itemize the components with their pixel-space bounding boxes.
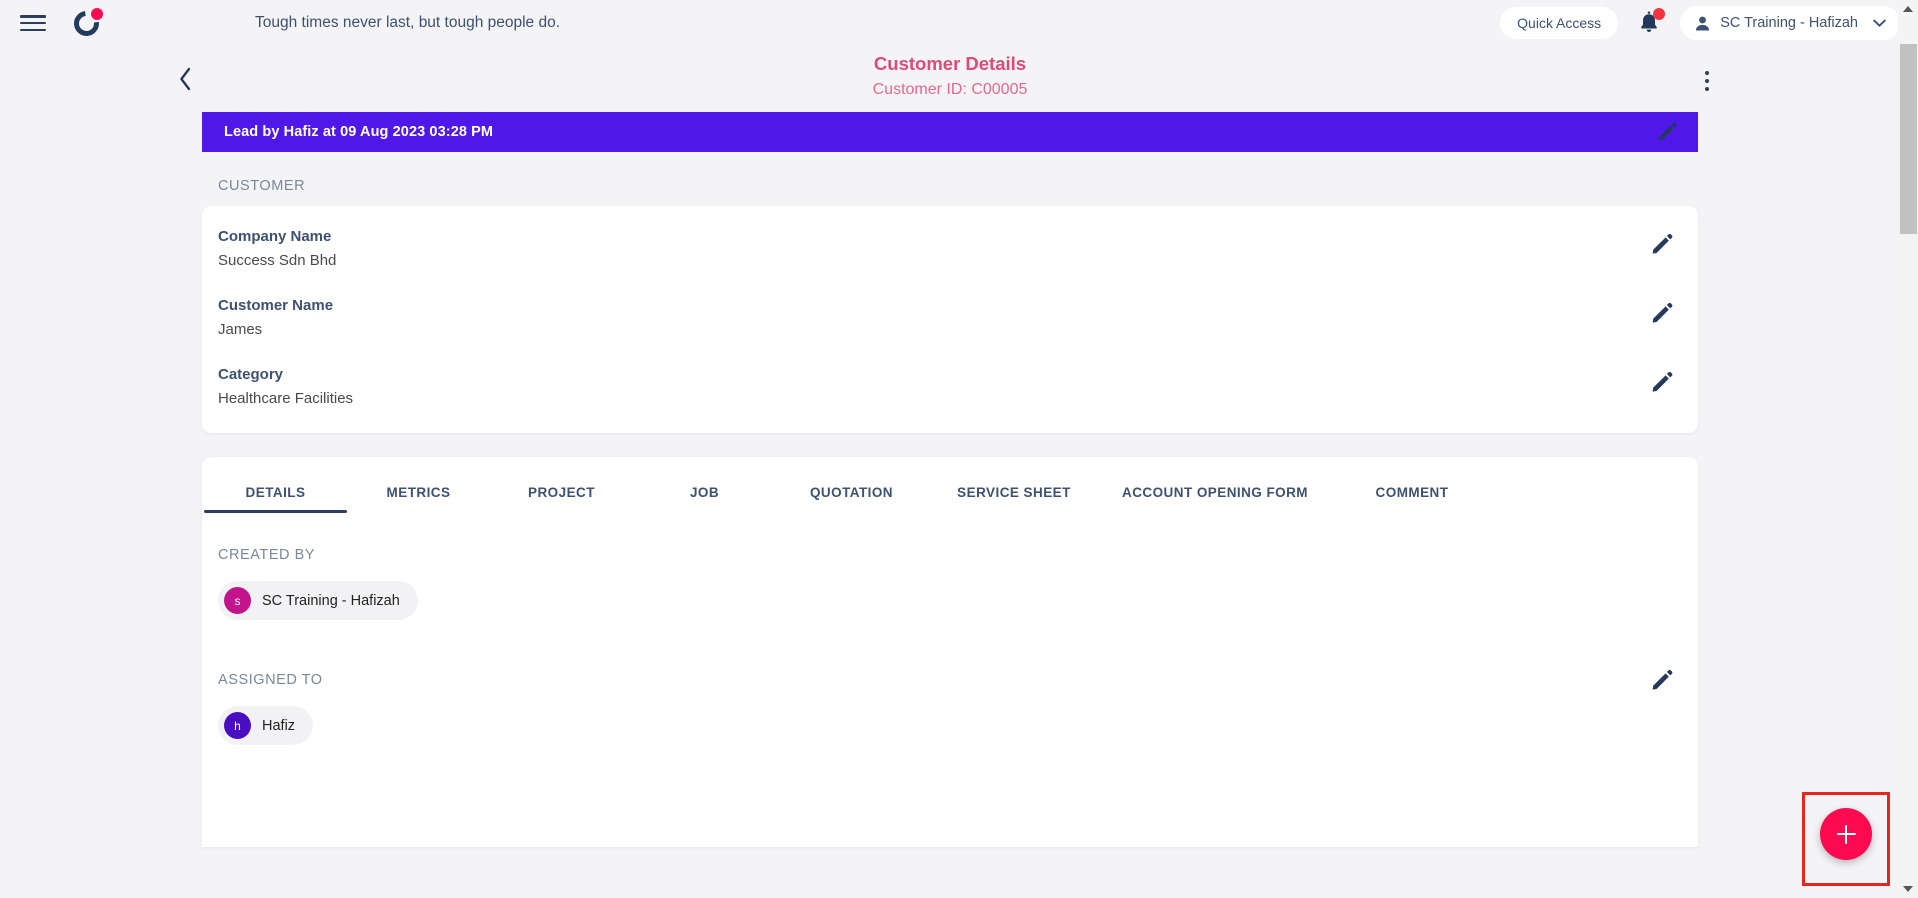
tab-quotation[interactable]: QUOTATION [776, 485, 927, 513]
notification-badge [1653, 8, 1666, 20]
chip-label: Hafiz [262, 717, 296, 734]
tab-account-opening-form[interactable]: ACCOUNT OPENING FORM [1101, 485, 1329, 513]
lead-banner-edit-button[interactable] [1656, 121, 1678, 148]
field-company-name: Company Name Success Sdn Bhd [202, 228, 1698, 269]
pencil-icon [1652, 371, 1673, 392]
field-value: Success Sdn Bhd [218, 252, 337, 269]
pencil-icon [1652, 233, 1673, 254]
quick-access-button[interactable]: Quick Access [1500, 7, 1619, 39]
chevron-down-icon [1873, 19, 1886, 27]
field-value: Healthcare Facilities [218, 390, 354, 407]
lead-banner-text: Lead by Hafiz at 09 Aug 2023 03:28 PM [224, 124, 494, 140]
avatar: H [224, 712, 251, 739]
tab-label: SERVICE SHEET [957, 485, 1071, 500]
avatar: S [224, 587, 251, 614]
assigned-to-user-chip[interactable]: H Hafiz [218, 706, 314, 745]
tab-label: JOB [689, 485, 720, 500]
app-root: Tough times never last, but tough people… [0, 0, 1918, 898]
tab-project[interactable]: PROJECT [490, 485, 633, 513]
plus-icon [1844, 824, 1848, 844]
triangle-down-icon [1903, 886, 1913, 892]
field-category: Category Healthcare Facilities [202, 366, 1698, 407]
hamburger-line [20, 28, 46, 31]
pencil-icon [1652, 669, 1673, 690]
logo-dot [91, 8, 103, 20]
triangle-up-icon [1903, 6, 1913, 12]
assigned-to-block: ASSIGNED TO H Hafiz [202, 669, 1698, 745]
scroll-up-button[interactable] [1898, 0, 1918, 18]
details-tab-pane: CREATED BY S SC Training - Hafizah ASSIG… [202, 513, 1698, 745]
tab-underline [1329, 510, 1495, 514]
header-quote: Tough times never last, but tough people… [255, 14, 561, 31]
more-options-button[interactable] [1692, 64, 1722, 98]
lead-status-banner: Lead by Hafiz at 09 Aug 2023 03:28 PM [202, 112, 1698, 152]
tab-comment[interactable]: COMMENT [1329, 485, 1495, 513]
assigned-to-label: ASSIGNED TO [218, 672, 323, 688]
more-vertical-icon-dot [1705, 87, 1709, 91]
more-vertical-icon-dot [1705, 71, 1709, 75]
customer-section-label: CUSTOMER [218, 178, 306, 194]
page-title: Customer Details [873, 53, 1027, 74]
tab-service-sheet[interactable]: SERVICE SHEET [927, 485, 1101, 513]
details-tabs-card: DETAILS METRICS PROJECT JOB QUOTATION SE… [202, 457, 1698, 847]
tab-underline [633, 510, 776, 514]
created-by-label: CREATED BY [218, 547, 316, 563]
tab-underline [347, 510, 490, 514]
chevron-left-icon [179, 67, 190, 91]
tab-label: METRICS [386, 485, 451, 500]
pane-spacer [202, 620, 1698, 672]
edit-company-name-button[interactable] [1650, 232, 1674, 261]
tab-metrics[interactable]: METRICS [347, 485, 490, 513]
user-name-label: SC Training - Hafizah [1720, 15, 1858, 31]
scrollbar-track-top[interactable] [1900, 18, 1917, 44]
tab-underline [1101, 510, 1329, 514]
topbar-actions: Quick Access SC Training - Hafizah [1500, 0, 1900, 46]
edit-assigned-to-button[interactable] [1650, 668, 1674, 697]
chip-label: SC Training - Hafizah [262, 592, 400, 609]
tab-job[interactable]: JOB [633, 485, 776, 513]
tab-label: QUOTATION [809, 485, 894, 500]
created-by-block: CREATED BY S SC Training - Hafizah [202, 547, 1698, 620]
page-title-block: Customer Details Customer ID: C00005 [202, 52, 1698, 101]
pencil-icon [1658, 122, 1677, 141]
edit-customer-name-button[interactable] [1650, 301, 1674, 330]
active-tab-underline [204, 509, 347, 513]
field-label: Customer Name [218, 297, 334, 314]
tab-label: PROJECT [528, 485, 595, 500]
scrollbar-thumb[interactable] [1900, 44, 1917, 234]
created-by-user-chip[interactable]: S SC Training - Hafizah [218, 581, 418, 620]
notifications-button[interactable] [1636, 8, 1666, 37]
tab-label: DETAILS [245, 485, 306, 500]
vertical-scrollbar[interactable] [1898, 0, 1918, 898]
more-vertical-icon-dot [1705, 79, 1709, 83]
customer-id-subtitle: Customer ID: C00005 [872, 80, 1028, 98]
hamburger-line [20, 15, 46, 18]
add-new-button[interactable] [1820, 808, 1872, 860]
content-column: Lead by Hafiz at 09 Aug 2023 03:28 PM CU… [202, 112, 1698, 847]
field-label: Company Name [218, 228, 332, 245]
scroll-down-button[interactable] [1898, 880, 1918, 898]
hamburger-line [20, 21, 46, 25]
user-account-menu[interactable]: SC Training - Hafizah [1680, 6, 1900, 40]
page-header: Customer Details Customer ID: C00005 [179, 46, 1709, 112]
tab-label: ACCOUNT OPENING FORM [1122, 485, 1308, 500]
tab-details[interactable]: DETAILS [204, 485, 347, 513]
customer-info-card: Company Name Success Sdn Bhd Customer Na… [202, 206, 1698, 433]
tab-underline [776, 510, 927, 514]
page-scroll-area[interactable]: Lead by Hafiz at 09 Aug 2023 03:28 PM CU… [0, 112, 1898, 898]
field-label: Category [218, 366, 284, 383]
back-button[interactable] [168, 62, 202, 96]
person-icon [1696, 16, 1710, 30]
edit-category-button[interactable] [1650, 370, 1674, 399]
field-value: James [218, 321, 263, 338]
tab-underline [490, 510, 633, 514]
field-customer-name: Customer Name James [202, 297, 1698, 338]
tab-underline [927, 510, 1101, 514]
pencil-icon [1652, 302, 1673, 323]
top-navigation-bar: Tough times never last, but tough people… [0, 0, 1918, 46]
tab-bar: DETAILS METRICS PROJECT JOB QUOTATION SE… [202, 457, 1698, 513]
brand-logo-icon[interactable] [68, 5, 105, 42]
tab-label: COMMENT [1375, 485, 1449, 500]
hamburger-menu-icon[interactable] [20, 13, 46, 33]
